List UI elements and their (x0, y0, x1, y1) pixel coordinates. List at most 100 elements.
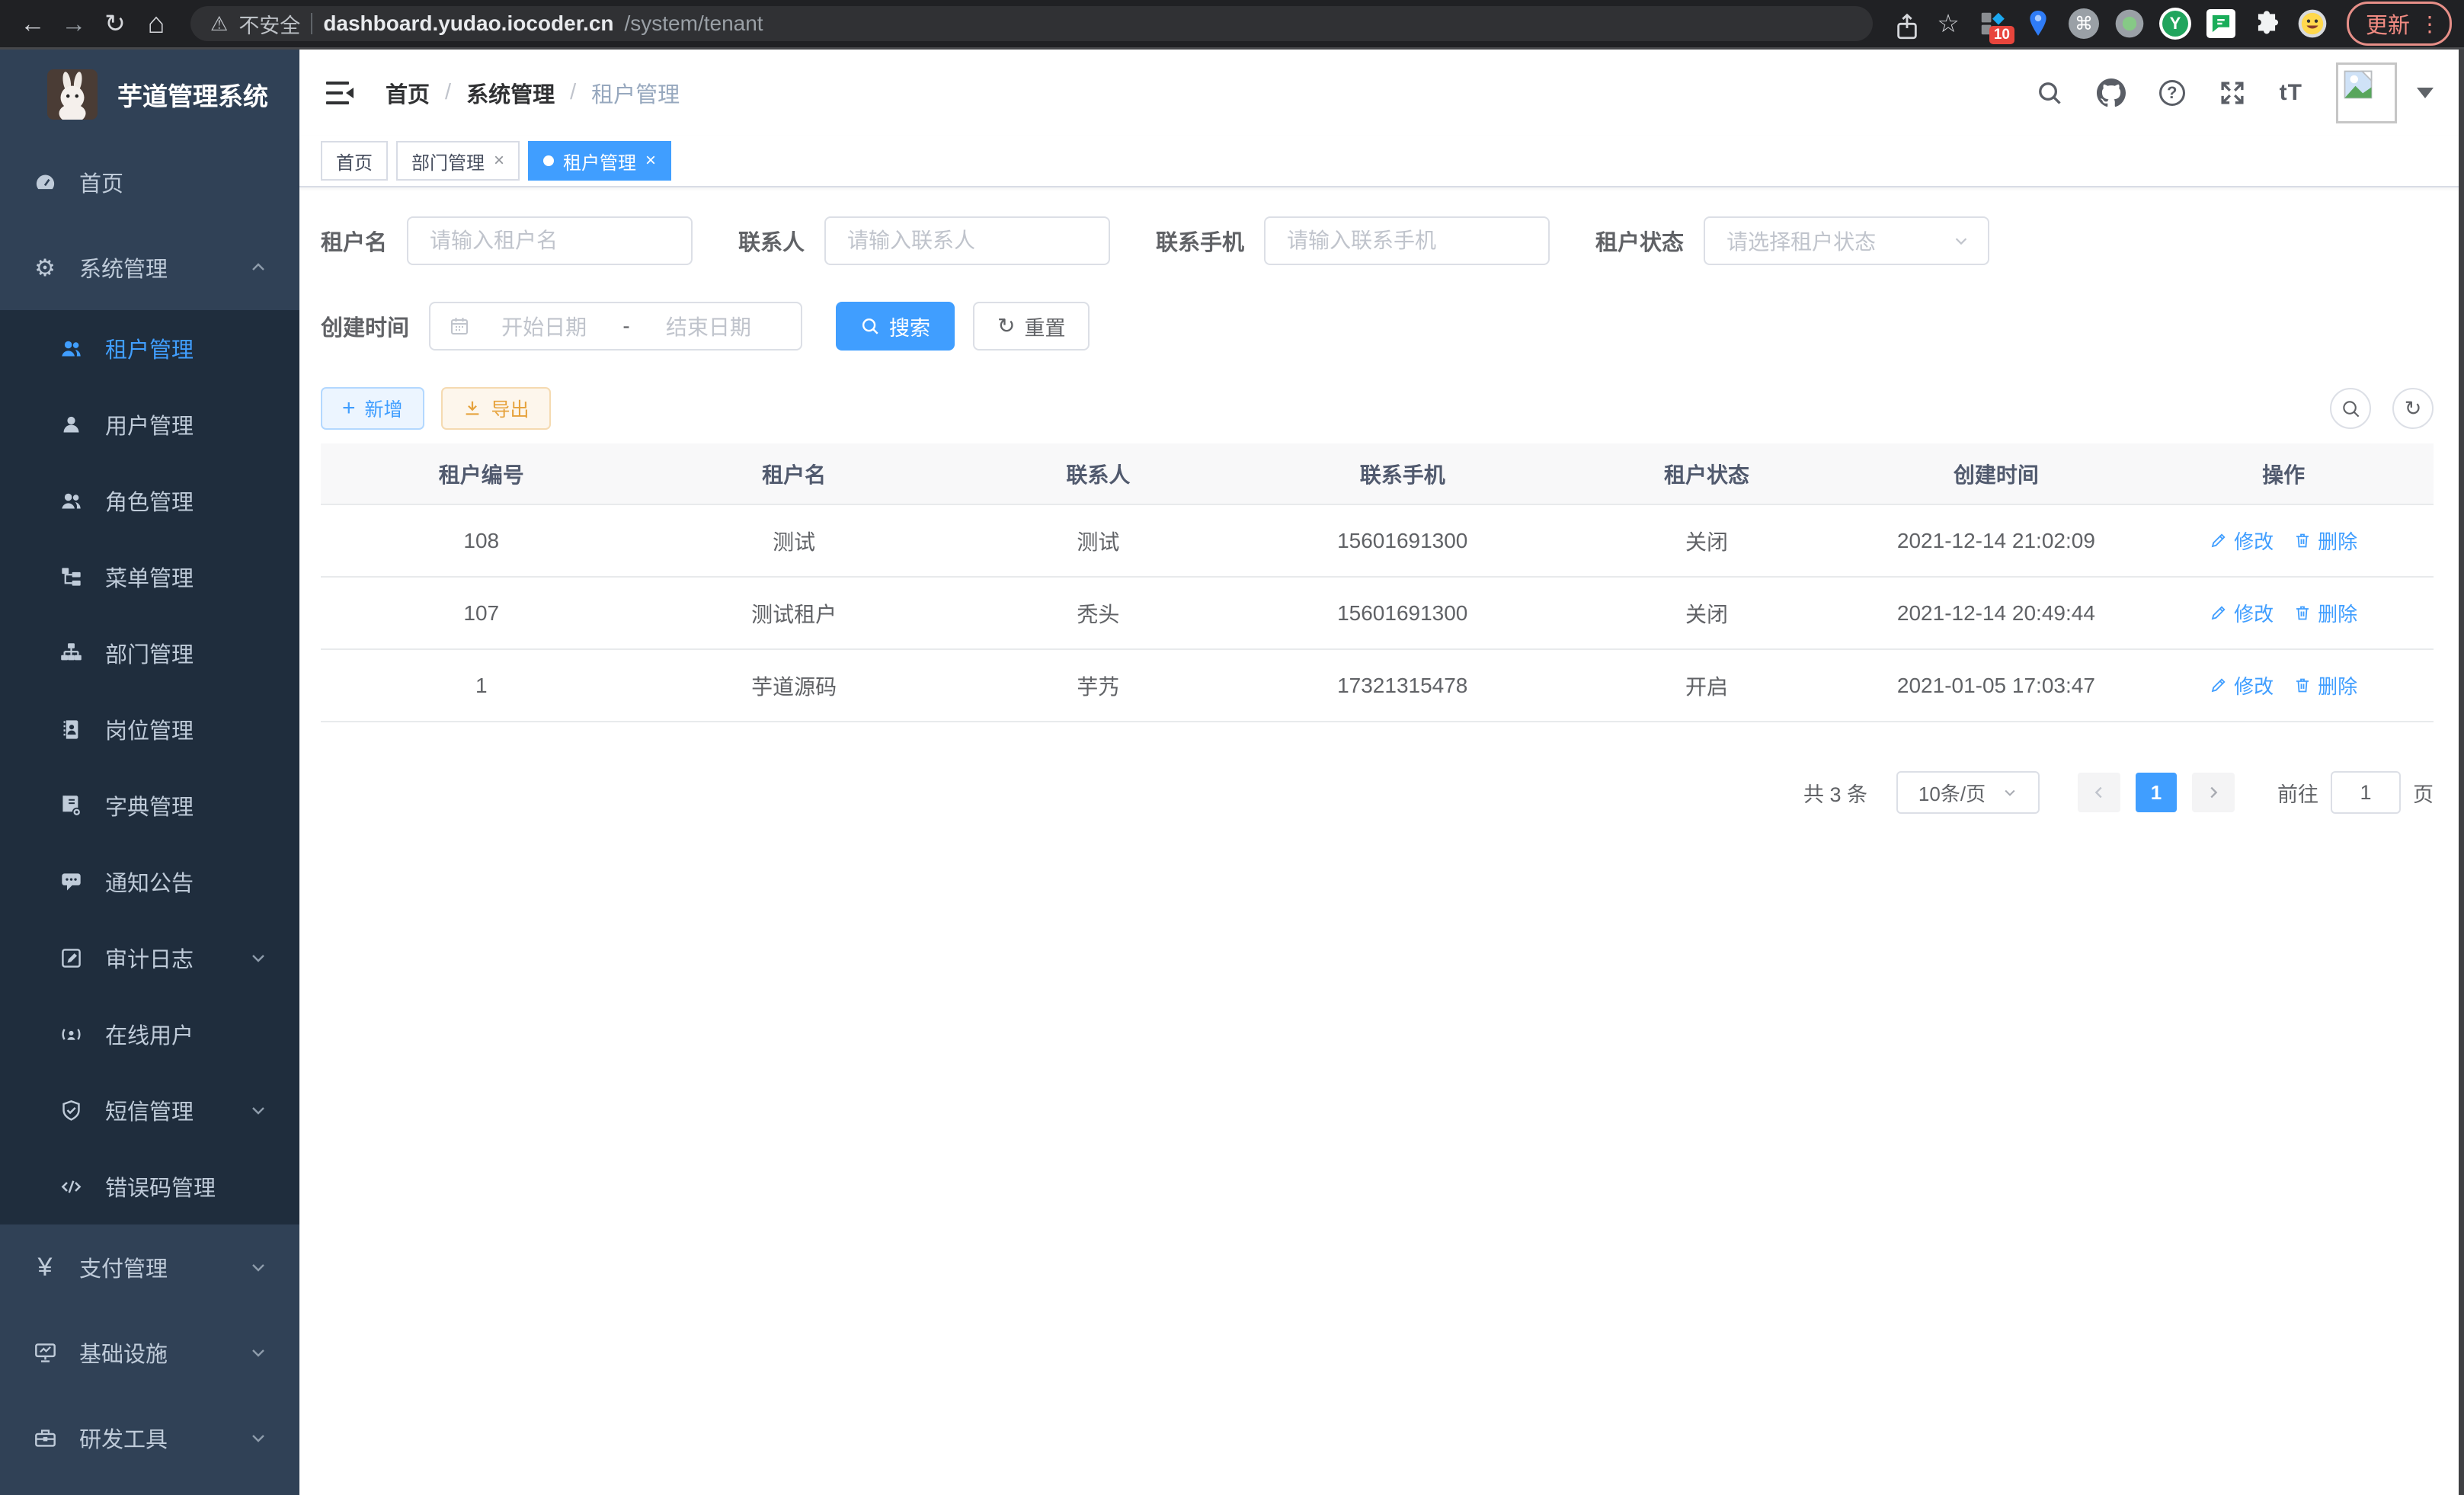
home-icon[interactable]: ⌂ (136, 0, 177, 47)
export-button[interactable]: 导出 (441, 387, 551, 430)
yudao-letter: Y (2162, 11, 2188, 37)
bookmark-star-icon[interactable]: ☆ (1928, 0, 1969, 47)
edit-button[interactable]: 修改 (2210, 671, 2274, 699)
extension-record-icon[interactable] (2114, 8, 2146, 40)
extension-puzzle-icon[interactable] (2251, 8, 2283, 40)
reload-icon[interactable]: ↻ (94, 0, 136, 47)
delete-button[interactable]: 删除 (2293, 527, 2357, 555)
window-edge (2459, 50, 2464, 1495)
tags-view-bar: 首页 部门管理 × 租户管理 × (299, 136, 2464, 187)
menu-tree-icon (58, 565, 84, 589)
tenant-table: 租户编号 租户名 联系人 联系手机 租户状态 创建时间 操作 108 测试 测试 (321, 443, 2434, 722)
chevron-down-icon (249, 949, 267, 967)
show-search-toggle-button[interactable] (2330, 388, 2371, 429)
trash-icon (2293, 603, 2312, 622)
delete-button[interactable]: 删除 (2293, 671, 2357, 699)
breadcrumb: 首页 / 系统管理 / 租户管理 (386, 77, 680, 109)
tenant-name-input[interactable] (407, 216, 693, 265)
sidebar-item-error-code[interactable]: 错误码管理 (0, 1148, 299, 1224)
extension-chat-icon[interactable] (2205, 8, 2237, 40)
address-bar[interactable]: ⚠ 不安全 dashboard.yudao.iocoder.cn /system… (190, 6, 1873, 41)
sidebar-item-role[interactable]: 角色管理 (0, 463, 299, 539)
sidebar-item-dict[interactable]: 字典管理 (0, 767, 299, 844)
system-submenu: 租户管理 用户管理 角色管理 菜单管理 (0, 310, 299, 1224)
contact-label: 联系人 (738, 225, 805, 257)
extension-emoji-icon[interactable] (2296, 8, 2328, 40)
table-header-row: 租户编号 租户名 联系人 联系手机 租户状态 创建时间 操作 (321, 443, 2434, 504)
next-page-button[interactable] (2192, 773, 2235, 812)
sidebar-item-audit-log[interactable]: 审计日志 (0, 920, 299, 996)
help-icon[interactable]: ? (2159, 80, 2185, 106)
col-actions: 操作 (2133, 443, 2434, 504)
delete-button[interactable]: 删除 (2293, 599, 2357, 627)
browser-update-button[interactable]: 更新 ⋮ (2347, 2, 2452, 46)
forward-icon[interactable]: → (53, 0, 94, 47)
status-value: 关闭 (1554, 504, 1858, 577)
sidebar-item-menu[interactable]: 菜单管理 (0, 539, 299, 615)
extension-yudao-icon[interactable]: Y (2159, 8, 2191, 40)
sidebar-item-sms[interactable]: 短信管理 (0, 1072, 299, 1148)
mobile-input[interactable] (1264, 216, 1550, 265)
breadcrumb-system[interactable]: 系统管理 (466, 77, 555, 109)
sidebar-item-notice[interactable]: 通知公告 (0, 844, 299, 920)
calendar-icon (449, 315, 470, 337)
edit-button[interactable]: 修改 (2210, 527, 2274, 555)
sidebar-item-online-user[interactable]: 在线用户 (0, 996, 299, 1072)
trash-icon (2293, 676, 2312, 694)
sidebar-item-home[interactable]: 首页 (0, 139, 299, 225)
online-user-icon (58, 1023, 84, 1046)
tab-dept[interactable]: 部门管理 × (396, 141, 520, 181)
sms-icon (58, 1099, 84, 1122)
sidebar-item-pay[interactable]: ¥ 支付管理 (0, 1224, 299, 1310)
chevron-down-icon (249, 1343, 267, 1362)
back-icon[interactable]: ← (12, 0, 53, 47)
sidebar-item-infra[interactable]: 基础设施 (0, 1310, 299, 1395)
share-icon[interactable] (1886, 5, 1928, 43)
breadcrumb-home[interactable]: 首页 (386, 77, 430, 109)
github-icon[interactable] (2097, 78, 2126, 107)
create-time-range-picker[interactable]: 开始日期 - 结束日期 (429, 302, 802, 351)
col-mobile: 联系手机 (1250, 443, 1554, 504)
sidebar-item-dept[interactable]: 部门管理 (0, 615, 299, 691)
chevron-down-icon (1953, 232, 1970, 249)
goto-page-input[interactable] (2331, 771, 2401, 814)
close-icon[interactable]: × (645, 150, 656, 171)
contact-input[interactable] (824, 216, 1110, 265)
extension-command-icon[interactable]: ⌘ (2068, 8, 2100, 40)
page-size-select[interactable]: 10条/页 (1896, 771, 2040, 814)
tab-tenant[interactable]: 租户管理 × (528, 141, 671, 181)
refresh-table-button[interactable]: ↻ (2392, 388, 2434, 429)
role-icon (58, 489, 84, 513)
edit-button[interactable]: 修改 (2210, 599, 2274, 627)
header-search-icon[interactable] (2036, 79, 2063, 107)
pay-icon: ¥ (32, 1254, 58, 1280)
sidebar-collapse-icon[interactable] (325, 80, 355, 106)
search-button[interactable]: 搜索 (836, 302, 955, 351)
broken-image-icon (2342, 69, 2374, 101)
date-start-placeholder: 开始日期 (470, 311, 618, 341)
edit-icon (2210, 676, 2228, 694)
extension-grid-icon[interactable]: 10 (1976, 8, 2008, 40)
sidebar-item-devtools[interactable]: 研发工具 (0, 1395, 299, 1481)
avatar[interactable] (2336, 62, 2397, 123)
status-select[interactable]: 请选择租户状态 (1704, 216, 1989, 265)
prev-page-button[interactable] (2078, 773, 2120, 812)
address-divider (311, 13, 312, 34)
avatar-caret-down-icon[interactable] (2417, 88, 2434, 98)
chevron-up-icon (249, 258, 267, 277)
close-icon[interactable]: × (494, 150, 504, 171)
chevron-left-icon (2091, 784, 2107, 801)
add-button[interactable]: + 新增 (321, 387, 424, 430)
sidebar-item-user[interactable]: 用户管理 (0, 386, 299, 463)
page-number-current[interactable]: 1 (2136, 773, 2177, 812)
reset-button[interactable]: ↻ 重置 (973, 302, 1090, 351)
tab-home[interactable]: 首页 (321, 141, 388, 181)
browser-menu-icon[interactable]: ⋮ (2419, 11, 2440, 37)
sidebar-item-post[interactable]: 岗位管理 (0, 691, 299, 767)
font-size-icon[interactable]: tT (2280, 80, 2302, 106)
table-row: 1 芋道源码 芋艿 17321315478 开启 2021-01-05 17:0… (321, 649, 2434, 722)
extension-pin-icon[interactable] (2022, 8, 2054, 40)
fullscreen-icon[interactable] (2219, 79, 2246, 107)
sidebar-item-system[interactable]: ⚙ 系统管理 (0, 225, 299, 310)
sidebar-item-tenant[interactable]: 租户管理 (0, 310, 299, 386)
